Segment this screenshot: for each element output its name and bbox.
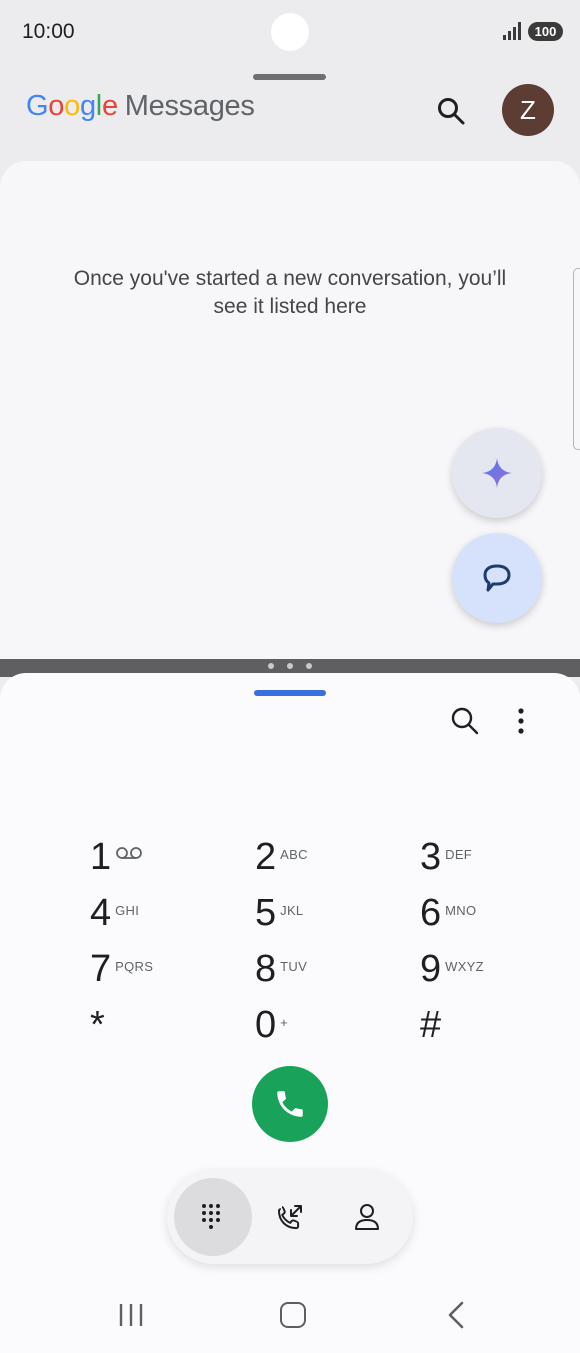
edge-panel-handle[interactable] <box>573 268 580 450</box>
phone-bottom-tabs <box>167 1170 413 1264</box>
key-1[interactable]: 1 <box>90 834 210 880</box>
key-digit: * <box>90 1004 105 1046</box>
title-letter: e <box>101 90 118 122</box>
key-letters: TUV <box>280 958 308 974</box>
key-letters: ABC <box>280 846 308 862</box>
key-4[interactable]: 4 GHI <box>90 890 210 936</box>
split-dots <box>268 663 312 671</box>
title-letter: o <box>48 90 65 122</box>
phone-panel: 1 2 ABC 3 DEF 4 GHI 5 JKL 6 MNO 7 PQRS 8… <box>0 673 580 1353</box>
key-letters: GHI <box>115 902 140 918</box>
tab-contacts[interactable] <box>328 1178 406 1256</box>
title-messages: Messages <box>124 90 255 122</box>
empty-state-text: Once you've started a new conversation, … <box>73 267 507 318</box>
key-6[interactable]: 6 MNO <box>420 890 540 936</box>
status-bar: 10:00 100 <box>0 0 580 64</box>
key-star[interactable]: * <box>90 1002 210 1048</box>
key-letters: WXYZ <box>445 958 484 974</box>
key-hash[interactable]: # <box>420 1002 540 1048</box>
camera-cutout <box>271 13 309 51</box>
key-letters: DEF <box>445 846 473 862</box>
dialpad-icon <box>202 1204 220 1229</box>
start-chat-button[interactable] <box>452 533 542 623</box>
sparkle-icon <box>482 458 512 488</box>
back-icon[interactable] <box>445 1300 467 1330</box>
key-digit: 3 <box>420 836 442 878</box>
more-options-button[interactable] <box>506 702 536 740</box>
search-icon <box>451 707 479 735</box>
battery-level: 100 <box>534 24 557 39</box>
drag-handle[interactable] <box>254 690 326 696</box>
key-letters: MNO <box>445 902 477 918</box>
app-title: Google Messages <box>26 90 255 123</box>
phone-search-button[interactable] <box>446 702 484 740</box>
voicemail-icon <box>116 847 143 859</box>
signal-icon <box>503 22 521 40</box>
key-7[interactable]: 7 PQRS <box>90 946 210 992</box>
tab-recents[interactable] <box>251 1178 329 1256</box>
key-digit: 7 <box>90 948 112 990</box>
key-digit: 2 <box>255 836 277 878</box>
conversation-list: Once you've started a new conversation, … <box>0 161 580 659</box>
key-letters: + <box>280 1014 289 1030</box>
more-vert-icon <box>518 708 524 734</box>
chat-bubble-icon <box>483 564 511 592</box>
key-digit: 5 <box>255 892 277 934</box>
battery-icon: 100 <box>528 22 563 41</box>
key-2[interactable]: 2 ABC <box>255 834 375 880</box>
key-letters: JKL <box>280 902 304 918</box>
key-digit: 1 <box>90 836 112 878</box>
gemini-button[interactable] <box>452 428 542 518</box>
key-digit: # <box>420 1004 442 1046</box>
tab-keypad[interactable] <box>174 1178 252 1256</box>
key-3[interactable]: 3 DEF <box>420 834 540 880</box>
messages-search-button[interactable] <box>432 92 470 130</box>
status-time: 10:00 <box>22 20 75 43</box>
key-9[interactable]: 9 WXYZ <box>420 946 540 992</box>
split-handle-top[interactable] <box>253 74 326 80</box>
avatar-letter: Z <box>520 95 536 125</box>
key-8[interactable]: 8 TUV <box>255 946 375 992</box>
recent-apps-icon[interactable] <box>118 1302 146 1328</box>
key-digit: 0 <box>255 1004 277 1046</box>
search-icon <box>438 98 465 125</box>
phone-icon <box>277 1091 303 1117</box>
title-letter: G <box>26 90 49 122</box>
key-digit: 9 <box>420 948 442 990</box>
key-digit: 8 <box>255 948 277 990</box>
key-0[interactable]: 0 + <box>255 1002 375 1048</box>
call-button[interactable] <box>252 1066 328 1142</box>
title-letter: o <box>64 90 80 122</box>
key-digit: 6 <box>420 892 442 934</box>
recents-icon <box>278 1205 302 1230</box>
key-digit: 4 <box>90 892 112 934</box>
account-avatar[interactable]: Z <box>502 84 554 136</box>
contacts-icon <box>355 1204 379 1230</box>
key-letters: PQRS <box>115 958 154 974</box>
title-letter: g <box>79 90 96 122</box>
key-5[interactable]: 5 JKL <box>255 890 375 936</box>
home-icon[interactable] <box>280 1302 306 1328</box>
